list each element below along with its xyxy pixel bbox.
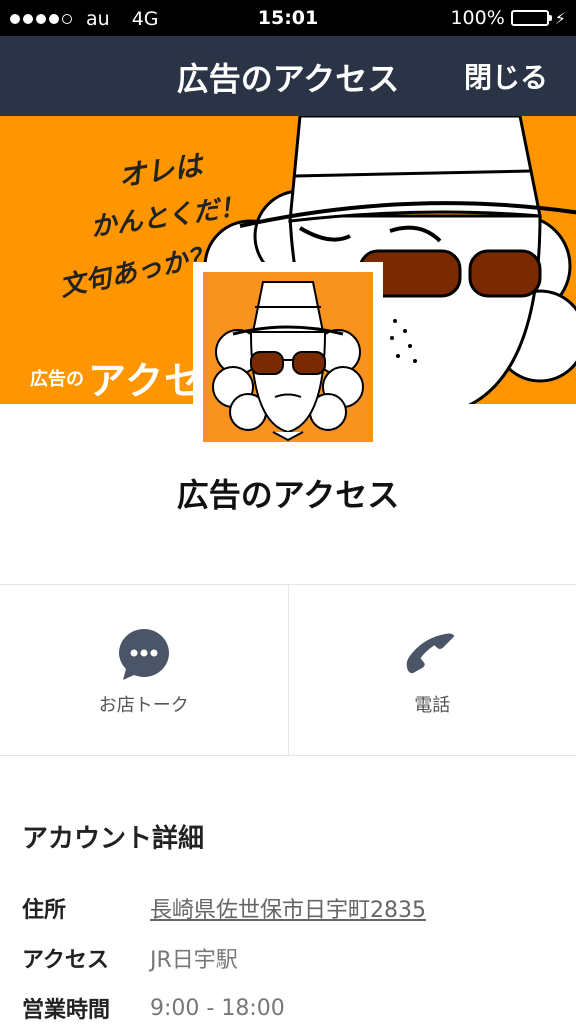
detail-key: 営業時間 bbox=[22, 998, 111, 1023]
nav-bar: 広告のアクセス 閉じる bbox=[0, 36, 576, 116]
detail-value: JR日宇駅 bbox=[150, 948, 238, 973]
detail-row-address: 住所 長崎県佐世保市日宇町2835 bbox=[22, 892, 426, 924]
phone-button[interactable]: 電話 bbox=[287, 585, 576, 755]
charging-icon: ⚡ bbox=[554, 8, 566, 28]
detail-value: 9:00 - 18:00 bbox=[150, 995, 285, 1021]
detail-row-hours: 営業時間 9:00 - 18:00 bbox=[22, 992, 285, 1024]
detail-key: 住所 bbox=[22, 898, 67, 923]
profile-name: 広告のアクセス bbox=[176, 476, 400, 514]
battery-percent: 100% bbox=[450, 7, 505, 29]
action-bar: お店トーク 電話 bbox=[0, 584, 576, 756]
cover-text-line-1: オレは bbox=[116, 148, 207, 193]
cover-logo-small: 広告の bbox=[30, 368, 84, 390]
detail-row-access: アクセス JR日宇駅 bbox=[22, 942, 238, 974]
close-button[interactable]: 閉じる bbox=[464, 56, 548, 96]
battery-icon bbox=[510, 10, 552, 26]
status-right: 100% ⚡ bbox=[450, 7, 566, 29]
phone-label: 電話 bbox=[414, 695, 451, 716]
detail-key: アクセス bbox=[22, 948, 109, 973]
address-link[interactable]: 長崎県佐世保市日宇町2835 bbox=[150, 892, 426, 924]
profile-avatar[interactable] bbox=[193, 262, 383, 452]
shop-talk-label: お店トーク bbox=[98, 695, 189, 716]
chat-bubble-icon bbox=[117, 627, 171, 685]
account-details-title: アカウント詳細 bbox=[22, 824, 205, 854]
status-bar: au 4G 15:01 100% ⚡ bbox=[0, 0, 576, 36]
avatar-image bbox=[203, 272, 373, 442]
phone-icon bbox=[405, 627, 459, 685]
shop-talk-button[interactable]: お店トーク bbox=[0, 585, 288, 755]
